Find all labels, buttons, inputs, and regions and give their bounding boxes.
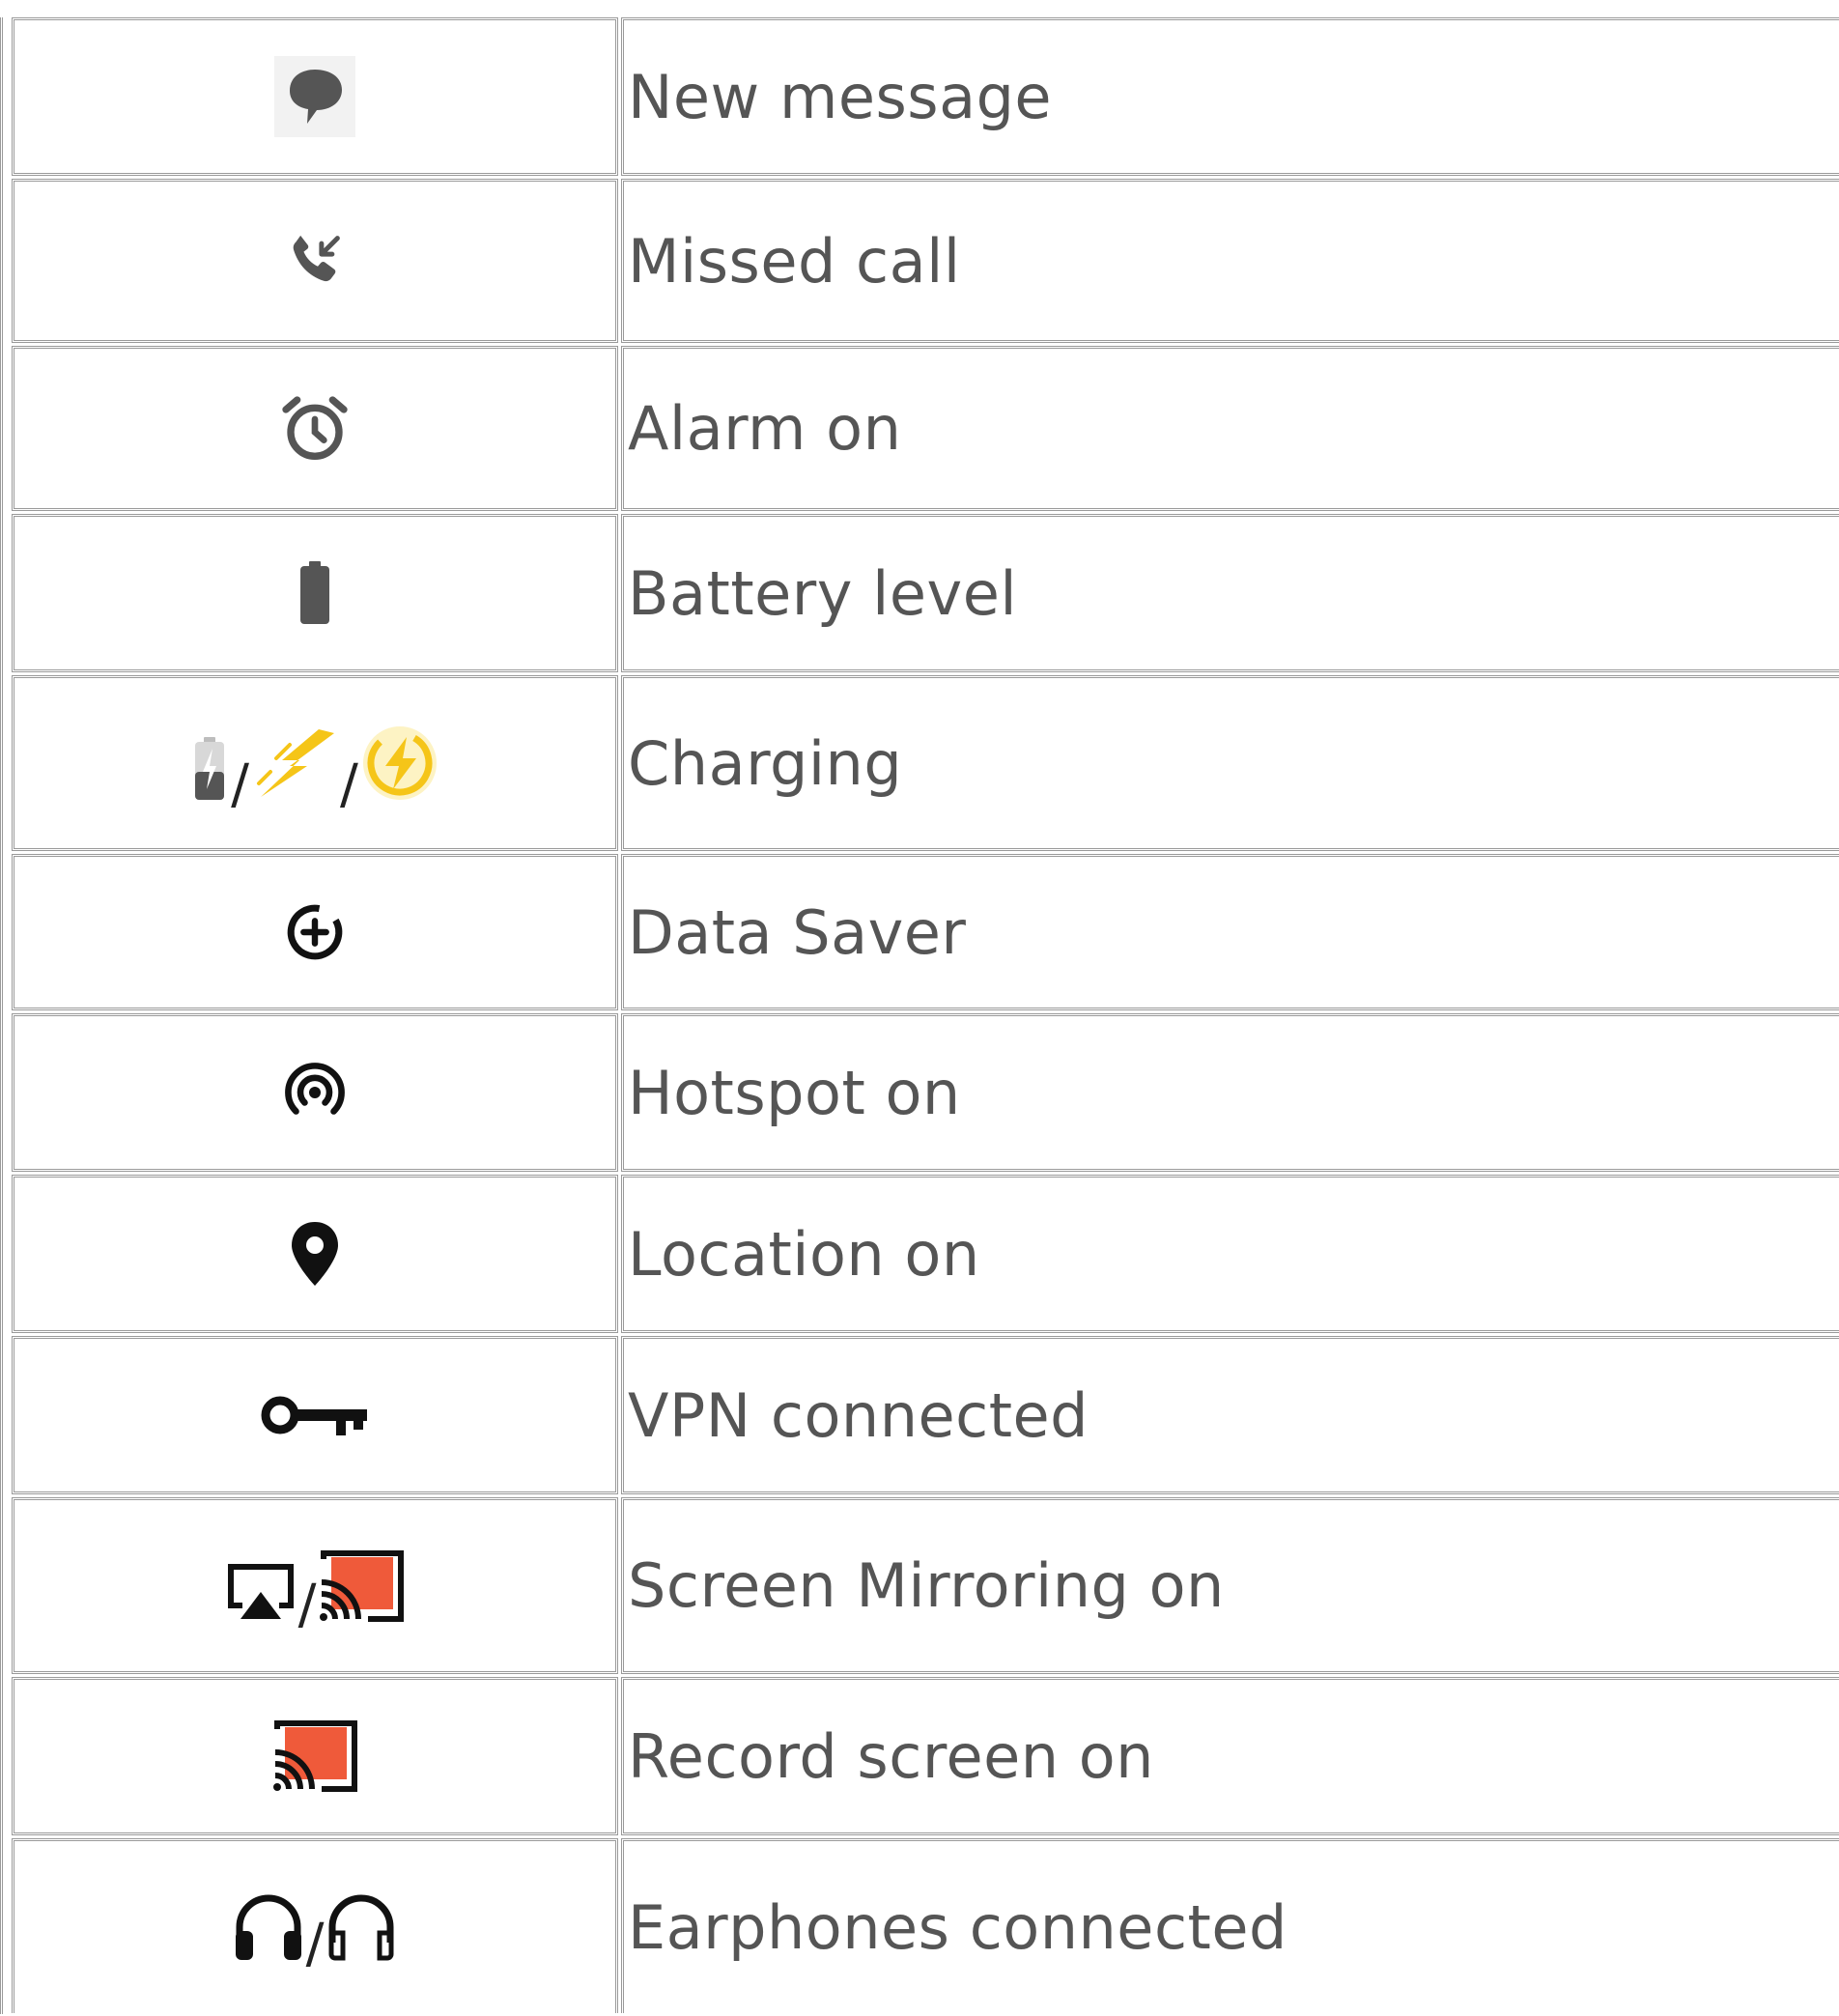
row-label: Charging [628, 727, 903, 799]
headphones-icon [233, 1892, 304, 1962]
icon-cell: / [12, 1497, 618, 1674]
airplay-icon [225, 1561, 297, 1623]
icon-cell [12, 514, 618, 672]
row-label: Earphones connected [628, 1891, 1287, 1963]
hotspot-icon [280, 1058, 350, 1127]
lightning-bolt-icon [251, 725, 338, 803]
battery-charging-icon [190, 735, 229, 803]
icon-cell: / / [12, 675, 618, 851]
table-row: New message [12, 17, 1839, 176]
row-label: Alarm on [628, 393, 902, 464]
row-label: Missed call [628, 225, 961, 297]
separator-slash: / [305, 1913, 325, 1975]
row-label: Hotspot on [628, 1057, 961, 1128]
cast-icon [271, 1719, 358, 1793]
screen-mirroring-icon-group: / [225, 1549, 406, 1632]
label-cell: Record screen on [621, 1677, 1839, 1835]
icon-cell [12, 179, 618, 343]
table-row: / Earphones connected [12, 1838, 1839, 2013]
label-cell: Alarm on [621, 346, 1839, 511]
label-cell: Hotspot on [621, 1013, 1839, 1172]
table-row: Missed call [12, 179, 1839, 343]
icon-cell: / [12, 1838, 618, 2013]
fast-charging-icon [360, 724, 439, 803]
battery-icon [296, 559, 334, 627]
vpn-key-icon [261, 1391, 369, 1439]
icon-cell [12, 346, 618, 511]
label-cell: Data Saver [621, 854, 1839, 1010]
row-label: Record screen on [628, 1720, 1154, 1792]
data-saver-icon [281, 898, 349, 966]
row-label: VPN connected [628, 1379, 1089, 1451]
row-label: Screen Mirroring on [628, 1550, 1225, 1621]
separator-slash: / [340, 753, 358, 816]
label-cell: Location on [621, 1175, 1839, 1333]
table-row: Data Saver [12, 854, 1839, 1010]
icon-cell [12, 1677, 618, 1835]
label-cell: Battery level [621, 514, 1839, 672]
label-cell: Screen Mirroring on [621, 1497, 1839, 1674]
table-row: / / Charging [12, 675, 1839, 851]
table-row: Location on [12, 1175, 1839, 1333]
alarm-clock-icon [276, 390, 354, 468]
table-row: Alarm on [12, 346, 1839, 511]
row-label: Data Saver [628, 896, 967, 968]
separator-slash: / [231, 753, 249, 816]
table-left-rule [0, 17, 3, 2014]
table-row: VPN connected [12, 1336, 1839, 1494]
row-label: New message [628, 61, 1053, 132]
label-cell: Earphones connected [621, 1838, 1839, 2013]
charging-icon-group: / / [190, 724, 439, 812]
headphones-icon-group: / [233, 1892, 398, 1972]
headphones-outline-icon [325, 1892, 397, 1962]
table-row: Hotspot on [12, 1013, 1839, 1172]
label-cell: Charging [621, 675, 1839, 851]
cast-icon [318, 1549, 405, 1623]
status-icons-table: New message Missed call Alarm on Battery… [12, 17, 1839, 2016]
separator-slash: / [297, 1573, 317, 1636]
label-cell: VPN connected [621, 1336, 1839, 1494]
row-label: Battery level [628, 557, 1018, 629]
icon-cell [12, 1175, 618, 1333]
icon-cell [12, 1013, 618, 1172]
table-row: / Screen Mirroring on [12, 1497, 1839, 1674]
row-label: Location on [628, 1218, 980, 1290]
table-row: Record screen on [12, 1677, 1839, 1835]
icon-cell [12, 854, 618, 1010]
icon-cell [12, 1336, 618, 1494]
icon-cell [12, 17, 618, 176]
message-bubble-icon [274, 56, 355, 137]
table-row: Battery level [12, 514, 1839, 672]
label-cell: Missed call [621, 179, 1839, 343]
label-cell: New message [621, 17, 1839, 176]
location-pin-icon [286, 1219, 344, 1289]
missed-call-icon [283, 229, 347, 293]
